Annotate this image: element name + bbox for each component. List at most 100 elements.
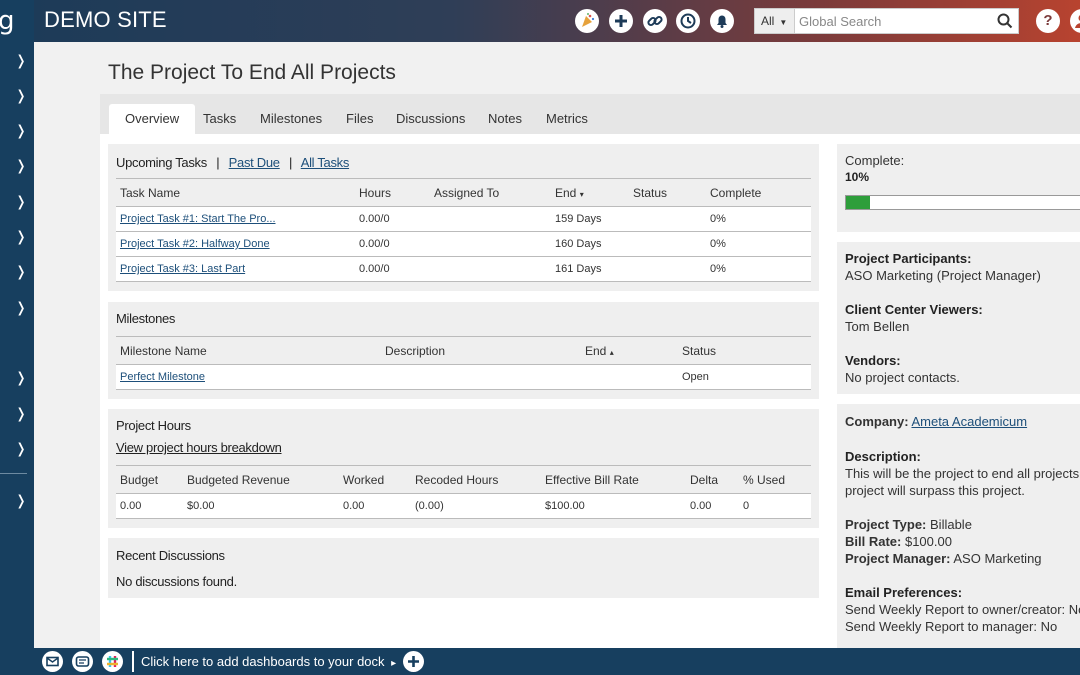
message-icon[interactable]: [72, 651, 93, 672]
past-due-link[interactable]: Past Due: [229, 155, 280, 170]
app-logo[interactable]: g: [0, 6, 15, 36]
tab-milestones[interactable]: Milestones: [260, 104, 322, 134]
description-line: This will be the project to end all proj…: [845, 466, 1080, 481]
milestone-link[interactable]: Perfect Milestone: [120, 365, 205, 389]
left-rail: g ❭ ❭ ❭ ❭ ❭ ❭ ❭ ❭ ❭ ❭ ❭ ❭: [0, 0, 34, 675]
rail-chevron-icon[interactable]: ❭: [14, 403, 28, 423]
table-row: Project Task #2: Halfway Done 0.00/0 160…: [116, 232, 811, 257]
bell-icon[interactable]: [710, 9, 734, 33]
dock-bar: Click here to add dashboards to your doc…: [34, 648, 1080, 675]
history-icon[interactable]: [676, 9, 700, 33]
project-details-panel: Company: Ameta Academicum Description: T…: [837, 404, 1080, 648]
sort-up-icon: ▴: [609, 348, 614, 357]
tab-tasks[interactable]: Tasks: [203, 104, 236, 134]
rail-chevron-icon[interactable]: ❭: [14, 155, 28, 175]
email-pref-line: Send Weekly Report to owner/creator: No: [845, 602, 1080, 617]
user-icon[interactable]: [1070, 9, 1080, 33]
rail-chevron-icon[interactable]: ❭: [14, 261, 28, 281]
upcoming-tasks-title: Upcoming Tasks | Past Due | All Tasks: [116, 155, 350, 170]
rail-chevron-icon[interactable]: ❭: [14, 438, 28, 458]
task-link[interactable]: Project Task #1: Start The Pro...: [120, 207, 276, 231]
top-bar: DEMO SITE All▼ ?: [34, 0, 1080, 42]
col-hours[interactable]: Hours: [359, 179, 391, 207]
milestones-title: Milestones: [116, 311, 176, 326]
project-type-row: Project Type: Billable: [845, 517, 972, 532]
tab-bar: Overview Tasks Milestones Files Discussi…: [100, 94, 1080, 134]
table-row: Project Task #3: Last Part 0.00/0 161 Da…: [116, 257, 811, 282]
hours-breakdown-link[interactable]: View project hours breakdown: [116, 440, 282, 455]
vendors-value: No project contacts.: [845, 370, 960, 385]
add-dashboard-button[interactable]: [403, 651, 424, 672]
rail-chevron-icon[interactable]: ❭: [14, 50, 28, 70]
email-pref-line: Send Weekly Report to manager: No: [845, 619, 1058, 634]
participants-value: ASO Marketing (Project Manager): [845, 268, 1041, 283]
table-header: Milestone Name Description End ▴ Status: [116, 337, 811, 365]
col-task-name[interactable]: Task Name: [120, 179, 180, 207]
col-assigned-to[interactable]: Assigned To: [434, 179, 499, 207]
participants-panel: Project Participants: ASO Marketing (Pro…: [837, 242, 1080, 394]
rail-chevron-icon[interactable]: ❭: [14, 367, 28, 387]
complete-value: 10%: [845, 170, 870, 184]
participants-label: Project Participants:: [845, 251, 972, 266]
col-status[interactable]: Status: [633, 179, 667, 207]
complete-label: Complete:: [845, 153, 905, 168]
task-link[interactable]: Project Task #2: Halfway Done: [120, 232, 270, 256]
company-link[interactable]: Ameta Academicum: [911, 414, 1027, 429]
rail-chevron-icon[interactable]: ❭: [14, 297, 28, 317]
col-description[interactable]: Description: [385, 337, 445, 365]
caret-down-icon: ▼: [779, 18, 788, 27]
progress-fill: [846, 196, 870, 209]
mail-icon[interactable]: [42, 651, 63, 672]
complete-panel: Complete: 10%: [837, 144, 1080, 232]
rail-chevron-icon[interactable]: ❭: [14, 85, 28, 105]
recent-discussions-title: Recent Discussions: [116, 548, 225, 563]
plus-icon[interactable]: [609, 9, 633, 33]
col-status[interactable]: Status: [682, 337, 716, 365]
global-search: All ▼: [754, 8, 1019, 34]
dock-divider: [132, 651, 134, 672]
project-manager-row: Project Manager: ASO Marketing: [845, 551, 1042, 566]
progress-bar: [845, 195, 1080, 210]
email-preferences-label: Email Preferences:: [845, 585, 963, 600]
bill-rate-row: Bill Rate: $100.00: [845, 534, 952, 549]
rail-divider: [0, 473, 27, 474]
hours-table: Budget Budgeted Revenue Worked Recoded H…: [116, 465, 811, 519]
slack-icon[interactable]: [102, 651, 123, 672]
table-header: Budget Budgeted Revenue Worked Recoded H…: [116, 466, 811, 494]
tab-notes[interactable]: Notes: [488, 104, 522, 134]
rail-chevron-icon[interactable]: ❭: [14, 226, 28, 246]
col-end[interactable]: End ▴: [585, 337, 614, 367]
col-end[interactable]: End ▾: [555, 179, 584, 209]
vendors-label: Vendors:: [845, 353, 901, 368]
rail-chevron-icon[interactable]: ❭: [14, 191, 28, 211]
recent-discussions-panel: Recent Discussions No discussions found.: [108, 538, 819, 598]
table-header: Task Name Hours Assigned To End ▾ Status…: [116, 179, 811, 207]
col-complete[interactable]: Complete: [710, 179, 761, 207]
task-link[interactable]: Project Task #3: Last Part: [120, 257, 245, 281]
sort-down-icon: ▾: [579, 190, 584, 199]
company-row: Company: Ameta Academicum: [845, 414, 1028, 429]
search-input[interactable]: [799, 10, 989, 32]
search-scope-select[interactable]: All ▼: [755, 9, 795, 33]
link-icon[interactable]: [643, 9, 667, 33]
description-label: Description:: [845, 449, 921, 464]
content-area: Upcoming Tasks | Past Due | All Tasks Ta…: [100, 134, 1080, 648]
col-milestone-name[interactable]: Milestone Name: [120, 337, 207, 365]
tab-overview[interactable]: Overview: [109, 104, 196, 134]
help-icon[interactable]: ?: [1036, 9, 1060, 33]
site-title[interactable]: DEMO SITE: [44, 7, 167, 33]
rail-chevron-icon[interactable]: ❭: [14, 120, 28, 140]
upcoming-tasks-panel: Upcoming Tasks | Past Due | All Tasks Ta…: [108, 144, 819, 291]
project-hours-title: Project Hours: [116, 418, 191, 433]
milestones-panel: Milestones Milestone Name Description En…: [108, 302, 819, 399]
rail-chevron-icon[interactable]: ❭: [14, 490, 28, 510]
viewers-value: Tom Bellen: [845, 319, 910, 334]
all-tasks-link[interactable]: All Tasks: [301, 155, 350, 170]
tab-files[interactable]: Files: [346, 104, 373, 134]
table-row: 0.00 $0.00 0.00 (0.00) $100.00 0.00 0: [116, 494, 811, 519]
tab-metrics[interactable]: Metrics: [546, 104, 588, 134]
search-icon[interactable]: [995, 11, 1015, 31]
tab-discussions[interactable]: Discussions: [396, 104, 465, 134]
add-dashboards-link[interactable]: Click here to add dashboards to your doc…: [141, 654, 396, 669]
party-icon[interactable]: [575, 9, 599, 33]
